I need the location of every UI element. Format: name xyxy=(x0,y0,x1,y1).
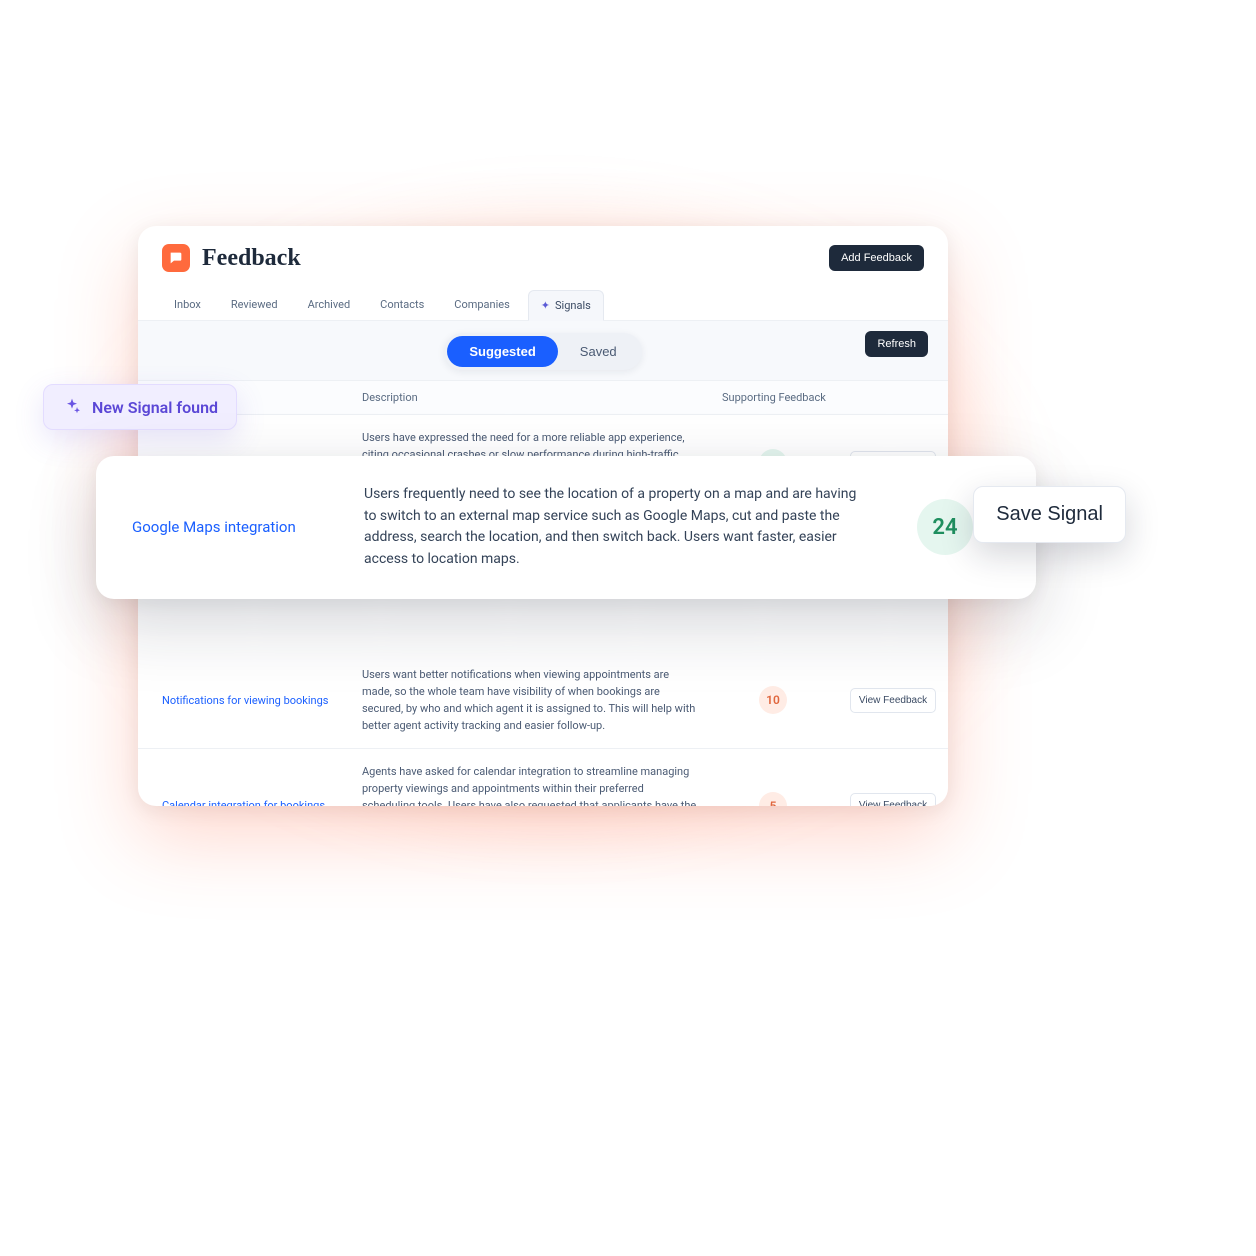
col-description: Description xyxy=(348,391,708,404)
tab-signals[interactable]: ✦ Signals xyxy=(528,290,604,321)
sparkle-icon: ✦ xyxy=(541,299,550,312)
suggested-saved-toggle: Suggested Saved xyxy=(444,333,641,370)
row-title-link[interactable]: Notifications for viewing bookings xyxy=(138,693,348,708)
app-header: Feedback Add Feedback xyxy=(138,226,948,280)
row-description: Users want better notifications when vie… xyxy=(348,666,708,734)
refresh-button[interactable]: Refresh xyxy=(865,331,928,357)
title-wrap: Feedback xyxy=(162,244,301,272)
toggle-saved[interactable]: Saved xyxy=(558,336,639,367)
row-action-cell: View Feedback xyxy=(838,793,948,806)
tab-contacts[interactable]: Contacts xyxy=(368,290,436,320)
highlight-title-link[interactable]: Google Maps integration xyxy=(132,518,342,536)
count-badge: 5 xyxy=(759,792,787,806)
highlight-count-badge: 24 xyxy=(917,499,973,555)
app-logo-icon xyxy=(162,244,190,272)
view-feedback-button[interactable]: View Feedback xyxy=(850,688,936,713)
row-title-link[interactable]: Calendar integration for bookings xyxy=(138,798,348,806)
row-description: Agents have asked for calendar integrati… xyxy=(348,763,708,806)
view-feedback-button[interactable]: View Feedback xyxy=(850,793,936,806)
add-feedback-button[interactable]: Add Feedback xyxy=(829,245,924,271)
col-supporting: Supporting Feedback xyxy=(708,391,838,404)
new-signal-label: New Signal found xyxy=(92,398,218,417)
table-row: Notifications for viewing bookings Users… xyxy=(138,652,948,749)
tab-reviewed[interactable]: Reviewed xyxy=(219,290,290,320)
highlight-description: Users frequently need to see the locatio… xyxy=(364,484,868,571)
tabs-row: Inbox Reviewed Archived Contacts Compani… xyxy=(138,280,948,321)
row-count-cell: 10 xyxy=(708,686,838,714)
page-title: Feedback xyxy=(202,245,301,272)
table-row: Calendar integration for bookings Agents… xyxy=(138,749,948,806)
toggle-suggested[interactable]: Suggested xyxy=(447,336,557,367)
tab-companies[interactable]: Companies xyxy=(442,290,522,320)
save-signal-button[interactable]: Save Signal xyxy=(973,486,1126,543)
signals-subheader: Suggested Saved Refresh xyxy=(138,321,948,381)
row-count-cell: 5 xyxy=(708,792,838,806)
col-action xyxy=(838,391,948,404)
tab-inbox[interactable]: Inbox xyxy=(162,290,213,320)
row-action-cell: View Feedback xyxy=(838,688,948,713)
count-badge: 10 xyxy=(759,686,787,714)
sparkle-icon xyxy=(62,397,82,417)
tab-signals-label: Signals xyxy=(555,299,591,312)
new-signal-found-badge: New Signal found xyxy=(43,384,237,430)
tab-archived[interactable]: Archived xyxy=(296,290,363,320)
highlight-signal-card: Google Maps integration Users frequently… xyxy=(96,456,1036,599)
table-header-row: Description Supporting Feedback xyxy=(138,381,948,415)
